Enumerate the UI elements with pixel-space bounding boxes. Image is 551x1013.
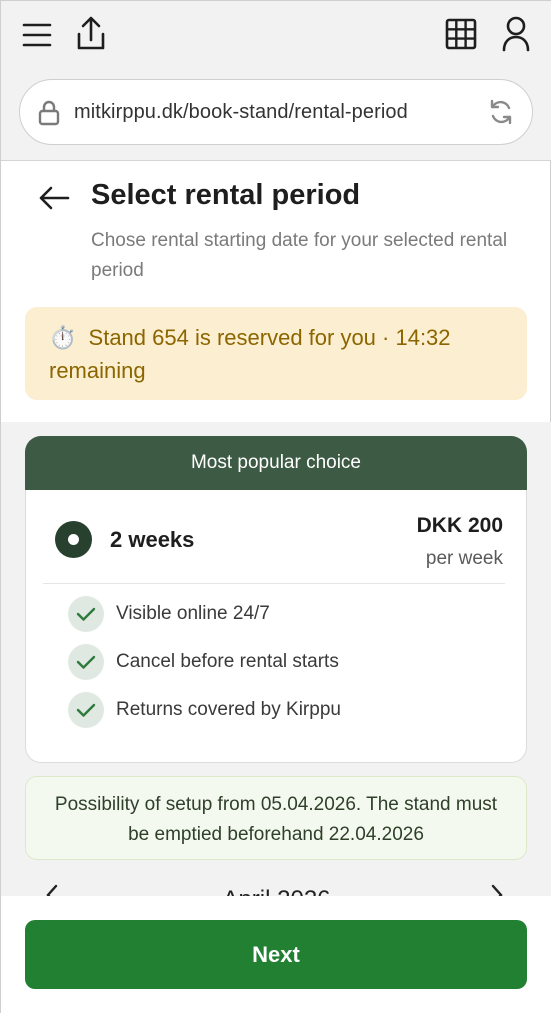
popular-choice-badge: Most popular choice bbox=[25, 436, 527, 490]
feature-label: Visible online 24/7 bbox=[116, 603, 270, 624]
footer-bar: Next bbox=[1, 896, 551, 1013]
page-title: Select rental period bbox=[91, 179, 361, 211]
radio-dot bbox=[68, 534, 79, 545]
plan-radio-selected[interactable] bbox=[55, 521, 92, 558]
share-icon[interactable] bbox=[73, 15, 109, 53]
reservation-banner: ⏱️ Stand 654 is reserved for you · 14:32… bbox=[25, 307, 527, 400]
grid-icon[interactable] bbox=[444, 17, 478, 51]
plan-price: DKK 200 bbox=[416, 514, 503, 537]
url-text: mitkirppu.dk/book-stand/rental-period bbox=[74, 101, 408, 123]
user-icon[interactable] bbox=[498, 15, 534, 53]
check-icon bbox=[68, 596, 104, 632]
calendar-header: April 2026 bbox=[1, 878, 551, 896]
hamburger-icon[interactable] bbox=[21, 19, 53, 51]
page-subtitle: Chose rental starting date for your sele… bbox=[91, 230, 508, 281]
calendar-month-label: April 2026 bbox=[1, 886, 551, 896]
feature-item: Visible online 24/7 bbox=[68, 596, 270, 632]
reservation-text: Stand 654 is reserved for you · 14:32 re… bbox=[49, 325, 451, 383]
address-bar[interactable]: mitkirppu.dk/book-stand/rental-period bbox=[19, 79, 533, 145]
check-icon bbox=[68, 644, 104, 680]
back-button[interactable] bbox=[37, 181, 71, 220]
plan-price-unit: per week bbox=[425, 548, 503, 569]
chevron-right-icon[interactable] bbox=[490, 884, 504, 896]
lock-icon bbox=[38, 100, 60, 131]
feature-label: Cancel before rental starts bbox=[116, 651, 339, 672]
next-button[interactable]: Next bbox=[25, 920, 527, 989]
plan-card[interactable]: 2 weeks DKK 200 per week Visible online … bbox=[25, 490, 527, 763]
setup-info-box: Possibility of setup from 05.04.2026. Th… bbox=[25, 776, 527, 860]
arrow-left-icon bbox=[37, 186, 71, 219]
feature-item: Returns covered by Kirppu bbox=[68, 692, 341, 728]
feature-item: Cancel before rental starts bbox=[68, 644, 339, 680]
reload-icon[interactable] bbox=[488, 99, 514, 130]
browser-toolbar: mitkirppu.dk/book-stand/rental-period bbox=[1, 1, 551, 161]
divider bbox=[43, 583, 505, 584]
stopwatch-icon: ⏱️ bbox=[49, 325, 77, 350]
check-icon bbox=[68, 692, 104, 728]
feature-label: Returns covered by Kirppu bbox=[116, 699, 341, 720]
plan-name: 2 weeks bbox=[110, 527, 195, 552]
